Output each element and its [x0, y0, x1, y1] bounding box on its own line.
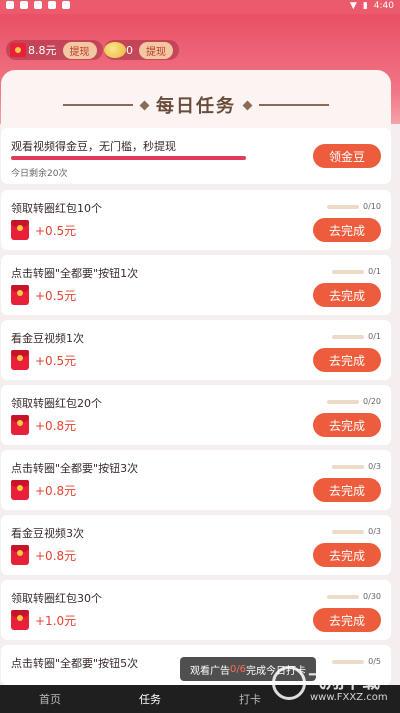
notification-icon: [48, 1, 56, 9]
watch-video-task: 观看视频得金豆，无门槛，秒提现 今日剩余20次 领金豆: [1, 128, 391, 184]
tab-home[interactable]: 首页: [0, 691, 100, 707]
progress-bar: [11, 156, 246, 160]
red-envelope-icon: [11, 220, 29, 240]
money-withdraw-button[interactable]: 提现: [62, 41, 97, 59]
task-count: 0/3: [368, 527, 381, 536]
complete-button[interactable]: 去完成: [313, 413, 381, 437]
task-card: 点击转圈"全都要"按钮1次 0/1 +0.5元 去完成: [1, 255, 391, 315]
status-time: 4:40: [373, 1, 394, 11]
red-envelope-icon: [11, 285, 29, 305]
task-name: 领取转圈红包30个: [11, 592, 102, 605]
task-card: 看金豆视频1次 0/1 +0.5元 去完成: [1, 320, 391, 380]
task-count: 0/3: [368, 462, 381, 471]
watermark-logo-icon: [272, 666, 306, 700]
diamond-icon: [242, 100, 253, 110]
reward-amount: +0.8元: [35, 548, 77, 563]
task-name: 看金豆视频1次: [11, 332, 84, 345]
status-bar: ▼ ▮ 4:40: [0, 0, 400, 14]
battery-icon: ▮: [362, 1, 368, 11]
beans-wallet: 0 提现: [104, 40, 179, 60]
task-card: 领取转圈红包10个 0/10 +0.5元 去完成: [1, 190, 391, 250]
notification-icon: [62, 1, 70, 9]
divider: [63, 104, 133, 106]
complete-button[interactable]: 去完成: [313, 543, 381, 567]
task-panel: 每日任务 观看视频得金豆，无门槛，秒提现 今日剩余20次 领金豆 领取转圈红包1…: [1, 70, 391, 710]
task-name: 点击转圈"全都要"按钮5次: [11, 657, 139, 670]
reward-amount: +0.5元: [35, 223, 77, 238]
task-name: 观看视频得金豆，无门槛，秒提现: [11, 140, 176, 153]
task-count: 0/1: [368, 267, 381, 276]
progress-track: [332, 464, 365, 469]
red-envelope-icon: [11, 480, 29, 500]
reward-amount: +0.8元: [35, 483, 77, 498]
progress-track: [332, 269, 365, 274]
red-envelope-icon: [11, 415, 29, 435]
progress-track: [327, 399, 360, 404]
red-envelope-icon: [11, 610, 29, 630]
red-envelope-icon: [11, 545, 29, 565]
task-card: 领取转圈红包30个 0/30 +1.0元 去完成: [1, 580, 391, 640]
remaining-count: 今日剩余20次: [11, 169, 68, 179]
progress-track: [332, 529, 365, 534]
notification-icon: [6, 1, 14, 9]
task-name: 点击转圈"全都要"按钮1次: [11, 267, 139, 280]
progress-track: [332, 659, 365, 664]
task-count: 0/10: [363, 202, 381, 211]
task-card: 看金豆视频3次 0/3 +0.8元 去完成: [1, 515, 391, 575]
notification-icons: [6, 1, 70, 9]
beans-balance: 0: [126, 43, 133, 57]
beans-withdraw-button[interactable]: 提现: [139, 41, 173, 59]
toast-prefix: 观看广告: [189, 665, 230, 677]
task-count: 0/20: [363, 397, 381, 406]
complete-button[interactable]: 去完成: [313, 478, 381, 502]
progress-track: [327, 204, 360, 209]
task-card: 点击转圈"全都要"按钮3次 0/3 +0.8元 去完成: [1, 450, 391, 510]
red-envelope-icon: [11, 350, 29, 370]
reward-amount: +0.5元: [35, 353, 77, 368]
tab-tasks[interactable]: 任务: [100, 691, 200, 707]
page-title: 每日任务: [156, 96, 236, 117]
task-count: 0/1: [368, 332, 381, 341]
claim-beans-button[interactable]: 领金豆: [313, 144, 381, 168]
wifi-icon: ▼: [349, 1, 357, 11]
task-name: 点击转圈"全都要"按钮3次: [11, 462, 139, 475]
money-wallet: 8.8元 提现: [6, 40, 103, 60]
money-balance: 8.8元: [28, 44, 57, 57]
task-name: 领取转圈红包10个: [11, 202, 102, 215]
diamond-icon: [139, 100, 150, 110]
toast-progress: 0/6: [229, 663, 247, 675]
red-envelope-icon: [6, 40, 28, 60]
gold-bean-icon: [104, 40, 126, 60]
watermark: 飞翔下载 www.FXXZ.com: [272, 664, 398, 712]
task-name: 领取转圈红包20个: [11, 397, 102, 410]
complete-button[interactable]: 去完成: [313, 608, 381, 632]
complete-button[interactable]: 去完成: [313, 218, 381, 242]
reward-amount: +1.0元: [35, 613, 77, 628]
reward-amount: +0.5元: [35, 288, 77, 303]
task-count: 0/30: [363, 592, 381, 601]
complete-button[interactable]: 去完成: [313, 283, 381, 307]
progress-track: [327, 594, 360, 599]
reward-amount: +0.8元: [35, 418, 77, 433]
progress-track: [332, 334, 365, 339]
divider: [259, 104, 329, 106]
task-name: 看金豆视频3次: [11, 527, 84, 540]
complete-button[interactable]: 去完成: [313, 348, 381, 372]
watermark-url: www.FXXZ.com: [310, 692, 388, 703]
watermark-brand: 飞翔下载: [308, 672, 380, 693]
notification-icon: [20, 1, 28, 9]
task-card: 领取转圈红包20个 0/20 +0.8元 去完成: [1, 385, 391, 445]
notification-icon: [34, 1, 42, 9]
